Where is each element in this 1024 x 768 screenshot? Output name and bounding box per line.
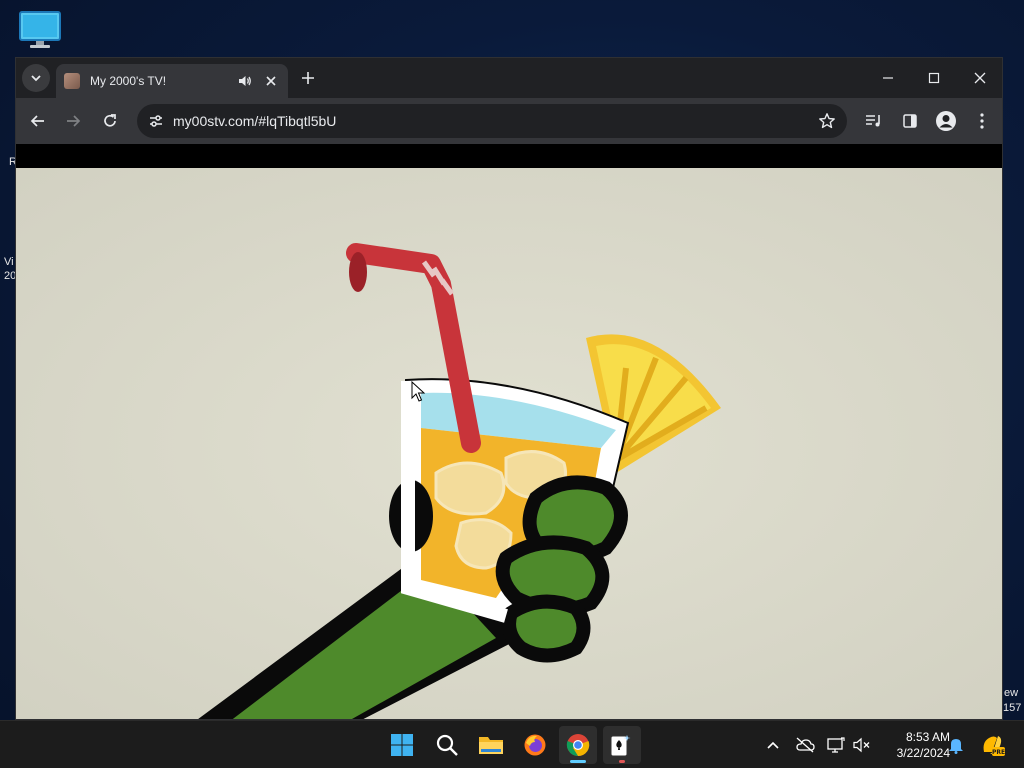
- chevron-up-icon: [767, 741, 779, 749]
- video-player[interactable]: [16, 168, 1002, 719]
- firefox-icon: [524, 734, 546, 756]
- tab-active[interactable]: My 2000's TV!: [56, 64, 288, 98]
- side-panel-icon: [903, 114, 917, 128]
- taskbar-search-button[interactable]: [428, 726, 466, 764]
- url-text[interactable]: my00stv.com/#lqTibqtl5bU: [173, 113, 336, 129]
- back-arrow-icon: [30, 115, 44, 127]
- notification-button[interactable]: [946, 735, 966, 755]
- copilot-icon: PRE: [983, 736, 1005, 756]
- running-indicator: [619, 760, 625, 763]
- desktop-monitor-icon[interactable]: [18, 10, 62, 50]
- close-icon: [974, 72, 986, 84]
- media-controls-button[interactable]: [860, 107, 888, 135]
- bookmark-star-icon[interactable]: [815, 109, 839, 133]
- speaker-icon[interactable]: [236, 72, 254, 90]
- browser-toolbar: my00stv.com/#lqTibqtl5bU: [16, 98, 1002, 144]
- speaker-muted-icon: [853, 737, 870, 753]
- clock-date: 3/22/2024: [896, 746, 950, 760]
- desktop-label-fragment: 157: [1003, 702, 1022, 714]
- active-indicator: [570, 760, 586, 763]
- desktop-label-fragment: ew: [1004, 687, 1019, 699]
- tab-close-icon[interactable]: [262, 72, 280, 90]
- solitaire-icon: [610, 735, 631, 757]
- file-explorer-button[interactable]: [472, 726, 510, 764]
- start-button[interactable]: [383, 726, 421, 764]
- file-explorer-icon: [479, 737, 503, 754]
- maximize-button[interactable]: [914, 64, 954, 92]
- browser-window: My 2000's TV! my00stv.com/#lqTibqtl5bU: [15, 57, 1003, 720]
- display-icon: [827, 737, 845, 753]
- menu-dots-icon: [980, 113, 984, 129]
- page-content: [16, 144, 1002, 719]
- taskbar: 8:53 AM 3/22/2024 PRE: [0, 720, 1024, 768]
- system-clock[interactable]: 8:53 AM 3/22/2024: [876, 729, 950, 761]
- address-bar[interactable]: my00stv.com/#lqTibqtl5bU: [137, 104, 847, 138]
- site-favicon-icon: [64, 73, 80, 89]
- copilot-button[interactable]: PRE: [980, 732, 1006, 758]
- clock-time: 8:53 AM: [905, 730, 950, 744]
- search-icon: [436, 734, 458, 756]
- windows-start-icon: [391, 734, 413, 756]
- close-window-button[interactable]: [960, 64, 1000, 92]
- reload-icon: [104, 114, 116, 127]
- onedrive-tray-icon[interactable]: [795, 735, 815, 755]
- reload-button[interactable]: [96, 107, 124, 135]
- forward-button[interactable]: [59, 107, 87, 135]
- show-hidden-icons-button[interactable]: [763, 735, 783, 755]
- chevron-down-icon: [31, 75, 41, 82]
- site-settings-icon[interactable]: [143, 108, 169, 134]
- chrome-button[interactable]: [559, 726, 597, 764]
- chrome-icon: [566, 734, 590, 757]
- media-controls-icon: [866, 115, 880, 127]
- side-panel-button[interactable]: [896, 107, 924, 135]
- cloud-off-icon: [796, 737, 815, 753]
- firefox-button[interactable]: [516, 726, 554, 764]
- notification-bell-icon: [949, 739, 963, 754]
- minimize-button[interactable]: [868, 64, 908, 92]
- back-button[interactable]: [24, 107, 52, 135]
- tab-strip: My 2000's TV!: [16, 58, 1002, 98]
- forward-arrow-icon: [67, 115, 81, 127]
- desktop-label-fragment: Vi: [4, 256, 14, 268]
- menu-button[interactable]: [968, 107, 996, 135]
- cartoon-drink-image: [16, 168, 1002, 719]
- profile-icon: [936, 111, 956, 131]
- volume-tray-icon[interactable]: [852, 735, 872, 755]
- solitaire-button[interactable]: [603, 726, 641, 764]
- svg-text:PRE: PRE: [992, 749, 1005, 756]
- plus-icon: [302, 72, 314, 84]
- new-tab-button[interactable]: [298, 68, 318, 88]
- network-tray-icon[interactable]: [826, 735, 846, 755]
- minimize-icon: [883, 77, 893, 79]
- profile-button[interactable]: [932, 107, 960, 135]
- maximize-icon: [928, 72, 940, 84]
- mouse-cursor-icon: [411, 381, 425, 402]
- tab-title: My 2000's TV!: [90, 74, 167, 88]
- tab-search-button[interactable]: [22, 64, 50, 92]
